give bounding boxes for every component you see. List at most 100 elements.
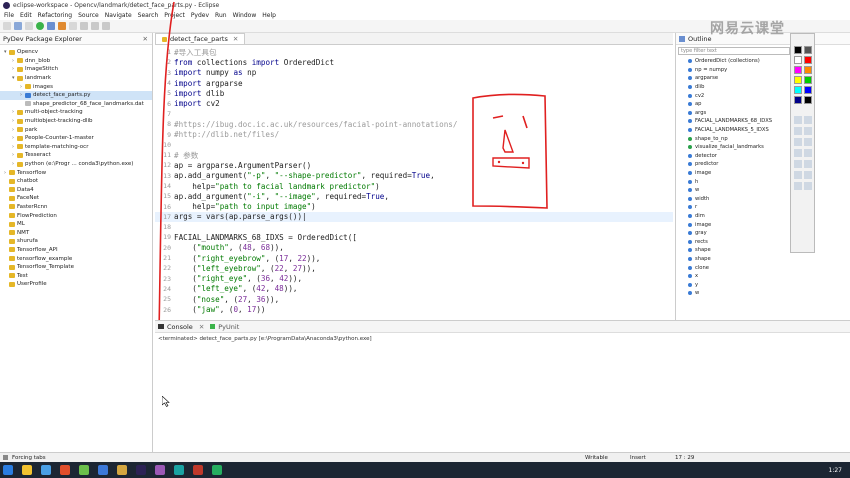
code-editor[interactable]: detect_face_parts ✕ 1 #导入工具包 2 from collect… xyxy=(155,33,673,320)
tree-item[interactable]: Test xyxy=(0,271,152,280)
code-line[interactable]: 25 ("nose", (27, 36)), xyxy=(155,294,673,304)
outline-item[interactable]: y xyxy=(676,280,850,289)
tree-item[interactable]: NMT xyxy=(0,228,152,237)
tree-item[interactable]: › multiobject-tracking-dlib xyxy=(0,117,152,126)
tree-item[interactable]: FasterRcnn xyxy=(0,203,152,212)
outline-item[interactable]: w xyxy=(676,289,850,298)
draw-tool-icon[interactable] xyxy=(804,160,812,168)
outline-item[interactable]: args xyxy=(676,109,850,118)
browser-icon[interactable] xyxy=(41,465,51,475)
app-icon[interactable] xyxy=(60,465,70,475)
tree-item[interactable]: ▾ landmark xyxy=(0,74,152,83)
tree-item[interactable]: tensorflow_example xyxy=(0,254,152,263)
print-icon[interactable] xyxy=(25,22,33,30)
code-line[interactable]: 26 ("jaw", (0, 17)) xyxy=(155,304,673,314)
outline-item[interactable]: clone xyxy=(676,263,850,272)
menu-pydev[interactable]: Pydev xyxy=(191,12,209,19)
tree-item[interactable]: › template-matching-ocr xyxy=(0,143,152,152)
code-line[interactable]: 3 import numpy as np xyxy=(155,68,673,78)
code-line[interactable]: 2 from collections import OrderedDict xyxy=(155,57,673,67)
start-icon[interactable] xyxy=(3,465,13,475)
tree-item[interactable]: Tensorflow_API xyxy=(0,246,152,255)
code-line[interactable]: 23 ("right_eye", (36, 42)), xyxy=(155,274,673,284)
color-swatch[interactable] xyxy=(794,46,802,54)
outline-item[interactable]: argparse xyxy=(676,74,850,83)
code-line[interactable]: 21 ("right_eyebrow", (17, 22)), xyxy=(155,253,673,263)
app-icon[interactable] xyxy=(193,465,203,475)
code-line[interactable]: 22 ("left_eyebrow", (22, 27)), xyxy=(155,263,673,273)
draw-tool-icon[interactable] xyxy=(794,182,802,190)
code-line[interactable]: 17 args = vars(ap.parse_args())| xyxy=(155,211,673,223)
tree-item[interactable]: › park xyxy=(0,125,152,134)
menu-run[interactable]: Run xyxy=(215,12,227,19)
outline-item[interactable]: shape xyxy=(676,246,850,255)
menu-navigate[interactable]: Navigate xyxy=(105,12,132,19)
tree-item[interactable]: ML xyxy=(0,220,152,229)
outline-item[interactable]: dim xyxy=(676,212,850,221)
code-line[interactable]: 14 help="path to facial landmark predict… xyxy=(155,181,673,191)
color-swatch[interactable] xyxy=(804,56,812,64)
app-icon[interactable] xyxy=(117,465,127,475)
draw-tool-icon[interactable] xyxy=(794,149,802,157)
search-icon[interactable] xyxy=(80,22,88,30)
outline-item[interactable]: dlib xyxy=(676,83,850,92)
forward-icon[interactable] xyxy=(102,22,110,30)
code-line[interactable]: 12 ap = argparse.ArgumentParser() xyxy=(155,160,673,170)
outline-item[interactable]: r xyxy=(676,203,850,212)
code-line[interactable]: 5 import dlib xyxy=(155,88,673,98)
open-type-icon[interactable] xyxy=(69,22,77,30)
file-explorer-icon[interactable] xyxy=(22,465,32,475)
outline-item[interactable]: shape_to_np xyxy=(676,134,850,143)
outline-item[interactable]: x xyxy=(676,272,850,281)
code-line[interactable]: 15 ap.add_argument("-i", "--image", requi… xyxy=(155,191,673,201)
tree-item[interactable]: Data4 xyxy=(0,186,152,195)
code-line[interactable]: 16 help="path to input image") xyxy=(155,201,673,211)
color-swatch[interactable] xyxy=(804,66,812,74)
menu-edit[interactable]: Edit xyxy=(20,12,32,19)
app-icon[interactable] xyxy=(174,465,184,475)
color-swatch[interactable] xyxy=(804,76,812,84)
outline-item[interactable]: predictor xyxy=(676,160,850,169)
app-icon[interactable] xyxy=(79,465,89,475)
draw-tool-icon[interactable] xyxy=(794,116,802,124)
outline-item[interactable]: ap xyxy=(676,100,850,109)
outline-item[interactable]: image xyxy=(676,220,850,229)
draw-tool-icon[interactable] xyxy=(804,171,812,179)
save-icon[interactable] xyxy=(14,22,22,30)
app-icon[interactable] xyxy=(98,465,108,475)
code-line[interactable]: 13 ap.add_argument("-p", "--shape-predict… xyxy=(155,171,673,181)
outline-filter-input[interactable]: type filter text xyxy=(678,47,790,55)
menu-refactoring[interactable]: Refactoring xyxy=(38,12,72,19)
color-swatch[interactable] xyxy=(794,56,802,64)
draw-tool-icon[interactable] xyxy=(794,138,802,146)
external-tools-icon[interactable] xyxy=(58,22,66,30)
outline-item[interactable]: width xyxy=(676,195,850,204)
menu-source[interactable]: Source xyxy=(78,12,99,19)
outline-item[interactable]: visualize_facial_landmarks xyxy=(676,143,850,152)
tree-item[interactable]: › Tensorflow xyxy=(0,168,152,177)
outline-item[interactable]: FACIAL_LANDMARKS_5_IDXS xyxy=(676,126,850,135)
tree-item[interactable]: › dnn_blob xyxy=(0,57,152,66)
code-line[interactable]: 24 ("left_eye", (42, 48)), xyxy=(155,284,673,294)
color-swatch[interactable] xyxy=(794,96,802,104)
tree-item[interactable]: UserProfile xyxy=(0,280,152,289)
tree-item[interactable]: FaceNet xyxy=(0,194,152,203)
outline-item[interactable]: w xyxy=(676,186,850,195)
menu-window[interactable]: Window xyxy=(233,12,257,19)
tree-item[interactable]: › ImageStitch xyxy=(0,65,152,74)
tree-item[interactable]: › People-Counter-1-master xyxy=(0,134,152,143)
close-icon[interactable]: ✕ xyxy=(199,323,204,331)
outline-item[interactable]: shape xyxy=(676,255,850,264)
back-icon[interactable] xyxy=(91,22,99,30)
menu-help[interactable]: Help xyxy=(262,12,276,19)
tab-console[interactable]: Console xyxy=(167,323,193,331)
tree-item[interactable]: › images xyxy=(0,82,152,91)
draw-tool-icon[interactable] xyxy=(804,149,812,157)
tree-item[interactable]: ▾ Opencv xyxy=(0,48,152,57)
color-swatch[interactable] xyxy=(794,76,802,84)
tree-item[interactable]: shurufa xyxy=(0,237,152,246)
outline-item[interactable]: np = numpy xyxy=(676,66,850,75)
code-line[interactable]: 11 # 参数 xyxy=(155,150,673,160)
tree-item[interactable]: FlowPrediction xyxy=(0,211,152,220)
code-line[interactable]: 4 import argparse xyxy=(155,78,673,88)
